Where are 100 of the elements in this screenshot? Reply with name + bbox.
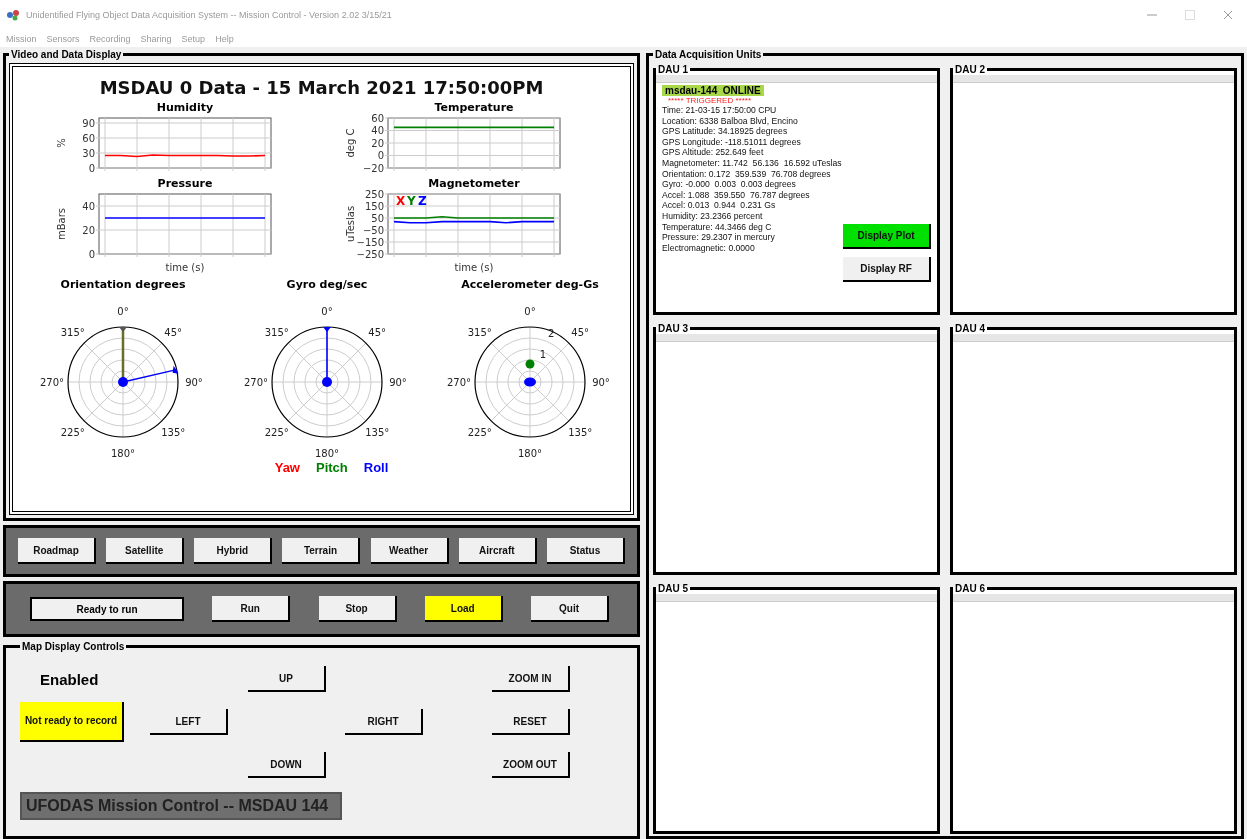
unit-label: DAU 2 [954,64,986,75]
tick-label: 20 [82,224,96,236]
chart-title: Temperature [434,101,514,114]
map-type-button[interactable]: Weather [370,538,449,564]
angle-label: 180° [314,448,339,459]
center-dot [321,377,332,387]
axis-label: mBars [56,207,68,241]
display-button[interactable]: Display RF [843,256,931,282]
series-label: Z [417,194,427,208]
map-type-button[interactable]: Terrain [282,538,361,564]
angle-label: 225° [468,427,493,439]
state-label: Enabled [39,670,100,688]
data-line: Location: 6338 Balboa Blvd, Encino [662,115,799,127]
angle-label: 90° [185,377,203,388]
data-line: GPS Altitude: 252.649 feet [662,147,765,158]
tick-label: −20 [362,162,384,174]
map-type-button[interactable]: Aircraft [458,538,537,564]
pan-down-button[interactable]: DOWN [248,752,326,778]
reset-button[interactable]: RESET [492,709,570,735]
axis-label: % [56,138,68,148]
data-line: Magnetometer: 11.742 56.136 16.592 uTeslas [662,157,843,169]
data-line: GPS Latitude: 34.18925 degrees [662,126,789,137]
map-type-button[interactable]: Roadmap [18,538,96,564]
close-icon[interactable] [1223,10,1233,20]
pan-left-button[interactable]: LEFT [150,709,228,735]
axis-label: time (s) [165,262,205,273]
angle-label: 45° [164,326,183,338]
tick-label: 0 [88,162,96,174]
angle-label: 180° [110,448,136,459]
window-title: Unidentified Flying Object Data Acquisition System -- Mission Control - Version 2.02 3/15/21 [26,10,392,20]
status-bar: UFODAS Mission Control -- MSDAU 144 [20,792,342,820]
zoom-in-button[interactable]: ZOOM IN [492,666,570,692]
data-line: Time: 21-03-15 17:50:00 CPU [662,105,778,116]
plot-heading: MSDAU 0 Data - 15 March 2021 17:50:00PM [99,77,544,98]
angle-label: 270° [39,377,65,388]
angle-label: 315° [264,326,289,338]
axis-label: time (s) [454,262,494,273]
tick-label: 40 [371,125,384,136]
app-icon [6,9,20,21]
map-type-button[interactable]: Status [546,538,625,564]
data-line: Pressure: 29.2307 in mercury [662,232,776,243]
run-button[interactable]: Quit [531,596,609,622]
data-line: Temperature: 44.3466 deg C [662,221,773,233]
tick-label: −150 [356,236,384,248]
unit-label: DAU 1 [657,64,689,75]
record-button[interactable]: Not ready to record [20,702,124,742]
angle-label: 225° [60,427,85,439]
chart-title: Orientation degrees [60,278,186,291]
unit-label: DAU 3 [657,323,689,335]
alert-text: ***** TRIGGERED ***** [667,96,752,105]
angle-label: 135° [568,427,593,439]
angle-label: 135° [364,427,389,439]
angle-label: 0° [117,306,129,317]
series-label: Y [406,194,416,208]
unit-label: DAU 4 [954,323,986,335]
status-field: Ready to run [30,597,184,621]
tick-label: 90 [82,117,96,129]
angle-label: 135° [161,427,186,439]
unit-label: DAU 5 [657,582,689,594]
tick-label: 60 [82,132,96,144]
data-line: Orientation: 0.172 359.539 76.708 degrees [662,168,832,180]
data-line: Humidity: 23.2366 percent [662,210,764,222]
axis-label: uTeslas [344,205,356,243]
ring-label: 1 [540,348,547,360]
run-button[interactable]: Load [424,596,503,622]
angle-label: 0° [524,306,537,317]
tick-label: 150 [364,200,384,212]
angle-label: 0° [321,306,333,317]
map-type-button[interactable]: Satellite [106,538,185,564]
unit-label: DAU 6 [954,582,986,594]
series-label: X [395,194,405,208]
angle-label: 315° [468,326,493,338]
pan-right-button[interactable]: RIGHT [345,709,423,735]
tick-label: 30 [82,147,96,159]
angle-label: 270° [447,377,472,388]
tick-label: 60 [371,112,384,124]
display-button[interactable]: Display Plot [843,223,931,249]
map-type-button[interactable]: Hybrid [194,538,273,564]
tick-label: 50 [371,212,384,224]
group-label: Video and Data Display [10,49,123,60]
center-dot [118,377,128,387]
axis-label: deg C [344,128,356,158]
data-line: GPS Longitude: -118.51011 degrees [662,136,802,148]
zoom-out-button[interactable]: ZOOM OUT [492,752,570,778]
data-line: Electromagnetic: 0.0000 [662,242,756,254]
pan-up-button[interactable]: UP [248,666,326,692]
chart-title: Gyro deg/sec [286,278,368,291]
tick-label: 0 [88,248,96,260]
chart-title: Pressure [157,177,213,190]
tick-label: −50 [362,224,384,236]
angle-label: 90° [388,377,407,388]
run-button[interactable]: Run [212,596,291,622]
legend-label: Roll [363,460,389,475]
angle-label: 45° [571,326,590,338]
tick-label: 40 [82,200,96,212]
data-line: Gyro: -0.000 0.003 0.003 degrees [662,179,797,190]
angle-label: 270° [243,377,268,388]
maximize-icon[interactable] [1185,10,1195,20]
run-button[interactable]: Stop [318,596,397,622]
angle-label: 180° [518,448,543,459]
